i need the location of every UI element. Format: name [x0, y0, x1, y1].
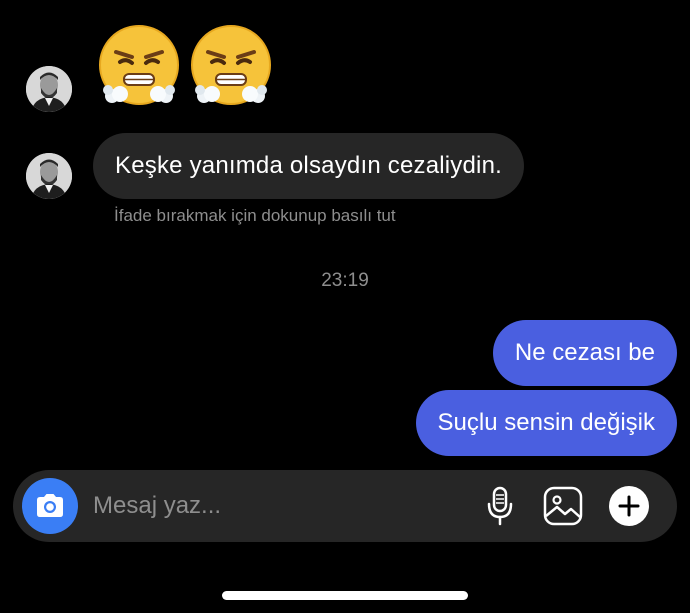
outgoing-message-bubble[interactable]: Suçlu sensin değişik	[415, 390, 677, 456]
steam-from-nose-face-icon	[191, 25, 271, 105]
home-indicator[interactable]	[222, 591, 468, 600]
voice-message-button[interactable]	[480, 486, 520, 526]
avatar-photo	[26, 66, 72, 112]
outgoing-message-bubble[interactable]: Ne cezası be	[492, 320, 677, 386]
reaction-hint: İfade bırakmak için dokunup basılı tut	[114, 206, 396, 225]
message-text: Suçlu sensin değişik	[437, 409, 655, 436]
message-composer: Mesaj yaz...	[13, 470, 677, 542]
incoming-message-bubble[interactable]: Keşke yanımda olsaydın cezaliydin.	[93, 133, 525, 199]
camera-icon	[37, 494, 63, 517]
message-text: Ne cezası be	[514, 339, 655, 366]
sender-avatar[interactable]	[26, 66, 72, 112]
sender-avatar[interactable]	[26, 153, 72, 199]
gallery-button[interactable]	[543, 486, 583, 526]
message-timestamp: 23:19	[321, 270, 369, 291]
emoji-message[interactable]	[96, 22, 274, 108]
more-options-button[interactable]	[609, 486, 649, 526]
message-text: Keşke yanımda olsaydın cezaliydin.	[115, 152, 503, 179]
plus-icon	[609, 486, 649, 526]
gallery-icon	[543, 486, 583, 526]
message-input[interactable]: Mesaj yaz...	[93, 470, 221, 542]
avatar-photo	[26, 153, 72, 199]
steam-from-nose-face-icon	[99, 25, 179, 105]
microphone-icon	[487, 486, 513, 526]
camera-button[interactable]	[22, 478, 78, 534]
